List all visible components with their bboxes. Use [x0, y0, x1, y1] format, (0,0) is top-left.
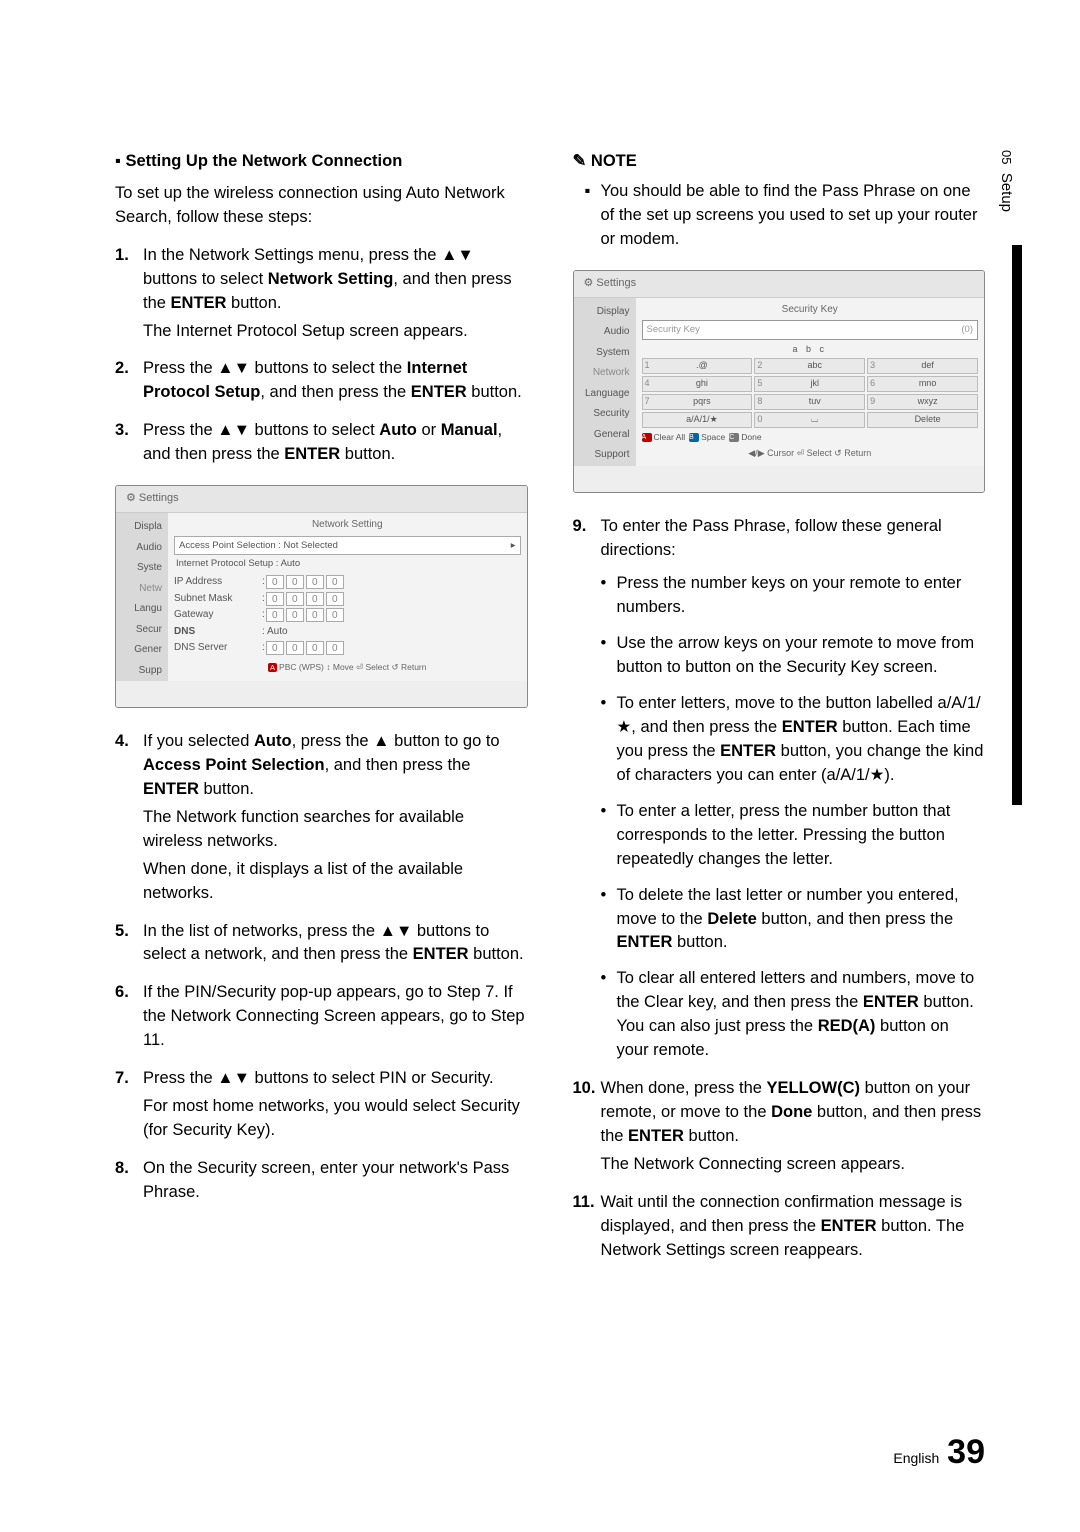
step-5: In the list of networks, press the ▲▼ bu…: [115, 920, 528, 968]
ui2-input: Security Key(0): [642, 320, 979, 340]
section-heading: Setting Up the Network Connection: [115, 150, 528, 174]
keypad-key: 2abc: [754, 358, 865, 374]
step-6: If the PIN/Security pop-up appears, go t…: [115, 981, 528, 1053]
ui1-titlebar: Settings: [116, 486, 527, 513]
chapter-tab: 05 Setup: [998, 150, 1015, 212]
step-9: To enter the Pass Phrase, follow these g…: [573, 515, 986, 1063]
legend-item: CDone: [729, 431, 761, 443]
ui-security-key: Settings Display Audio System Network La…: [573, 270, 986, 493]
keypad-key: 5jkl: [754, 376, 865, 392]
ui2-keypad: 1.@2abc3def 4ghi5jkl6mno 7pqrs8tuv9wxyz a/A…: [642, 358, 979, 428]
side-black-bars: [1012, 135, 1022, 805]
ui2-legend: AClear AllBSpace CDone: [642, 431, 979, 443]
note-list: You should be able to find the Pass Phra…: [573, 180, 986, 252]
bullet-6: To clear all entered letters and numbers…: [601, 967, 986, 1063]
legend-item: BSpace: [689, 431, 725, 443]
step-1: In the Network Settings menu, press the …: [115, 244, 528, 344]
legend-item: AClear All: [642, 431, 686, 443]
note-item: You should be able to find the Pass Phra…: [573, 180, 986, 252]
note-heading: NOTE: [573, 150, 986, 174]
keypad-key: 0⌴: [754, 412, 865, 428]
step-10: When done, press the YELLOW(C) button on…: [573, 1077, 986, 1177]
keypad-key: 9wxyz: [867, 394, 978, 410]
keypad-key: Delete: [867, 412, 978, 428]
bullet-3: To enter letters, move to the button lab…: [601, 692, 986, 788]
ui1-ap-select: Access Point Selection : Not Selected▸: [174, 536, 521, 556]
chapter-title: Setup: [998, 173, 1015, 212]
chapter-number: 05: [999, 150, 1014, 164]
right-column: NOTE You should be able to find the Pass…: [573, 150, 986, 1277]
steps-list-left-cont: If you selected Auto, press the ▲ button…: [115, 730, 528, 1205]
ui2-main: Security Key Security Key(0) a b c 1.@2a…: [636, 298, 985, 466]
step-8: On the Security screen, enter your netwo…: [115, 1157, 528, 1205]
bullet-5: To delete the last letter or number you …: [601, 884, 986, 956]
intro-text: To set up the wireless connection using …: [115, 182, 528, 230]
step-11: Wait until the connection confirmation m…: [573, 1191, 986, 1263]
keypad-key: 6mno: [867, 376, 978, 392]
steps-list-right: To enter the Pass Phrase, follow these g…: [573, 515, 986, 1263]
step-2: Press the ▲▼ buttons to select the Inter…: [115, 357, 528, 405]
left-column: Setting Up the Network Connection To set…: [115, 150, 528, 1277]
ui2-titlebar: Settings: [574, 271, 985, 298]
footer-page: 39: [947, 1433, 985, 1471]
steps-list-left: In the Network Settings menu, press the …: [115, 244, 528, 467]
ui2-sidebar: Display Audio System Network Language Se…: [574, 298, 636, 466]
keypad-key: 8tuv: [754, 394, 865, 410]
page-footer: English 39: [893, 1433, 985, 1472]
step-4: If you selected Auto, press the ▲ button…: [115, 730, 528, 905]
keypad-key: 7pqrs: [642, 394, 753, 410]
ui1-sidebar: Displa Audio Syste Netw Langu Secur Gene…: [116, 513, 168, 681]
ui1-main: Network Setting Access Point Selection :…: [168, 513, 527, 681]
step-3: Press the ▲▼ buttons to select Auto or M…: [115, 419, 528, 467]
ui-network-settings: Settings Displa Audio Syste Netw Langu S…: [115, 485, 528, 708]
keypad-key: a/A/1/★: [642, 412, 753, 428]
bullet-4: To enter a letter, press the number butt…: [601, 800, 986, 872]
step-7: Press the ▲▼ buttons to select PIN or Se…: [115, 1067, 528, 1143]
bullet-2: Use the arrow keys on your remote to mov…: [601, 632, 986, 680]
bullet-1: Press the number keys on your remote to …: [601, 572, 986, 620]
keypad-key: 1.@: [642, 358, 753, 374]
keypad-key: 4ghi: [642, 376, 753, 392]
footer-lang: English: [893, 1450, 939, 1466]
keypad-key: 3def: [867, 358, 978, 374]
